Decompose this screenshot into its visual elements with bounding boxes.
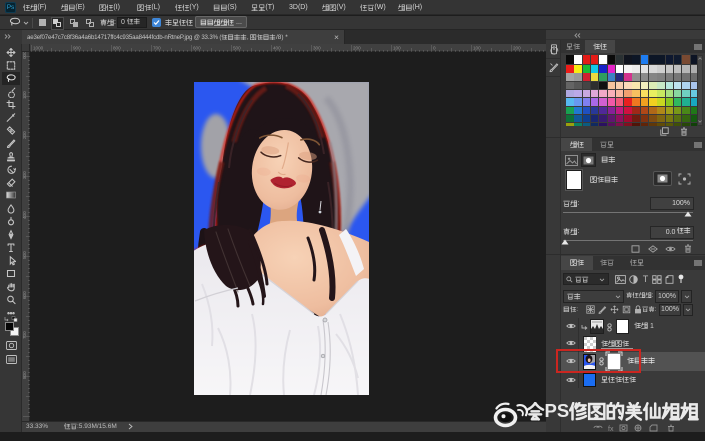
svg-text:000: 000 xyxy=(22,52,27,59)
svg-text:400: 400 xyxy=(22,211,27,219)
svg-text:100: 100 xyxy=(22,91,27,99)
svg-text:600: 600 xyxy=(193,46,201,51)
svg-text:200: 200 xyxy=(22,131,27,139)
svg-text:400: 400 xyxy=(273,46,281,51)
svg-text:0: 0 xyxy=(433,46,436,51)
svg-text:100: 100 xyxy=(473,46,481,51)
svg-text:100: 100 xyxy=(393,46,401,51)
svg-text:700: 700 xyxy=(153,46,161,51)
svg-text:200: 200 xyxy=(513,46,521,51)
svg-text:900: 900 xyxy=(73,46,81,51)
svg-text:300: 300 xyxy=(313,46,321,51)
svg-text:800: 800 xyxy=(113,46,121,51)
svg-text:1000: 1000 xyxy=(33,46,44,51)
svg-text:200: 200 xyxy=(353,46,361,51)
svg-text:fx: fx xyxy=(608,426,614,432)
svg-text:800: 800 xyxy=(22,371,27,379)
svg-text:700: 700 xyxy=(22,331,27,339)
svg-text:600: 600 xyxy=(22,291,27,299)
svg-text:500: 500 xyxy=(233,46,241,51)
svg-text:500: 500 xyxy=(22,251,27,259)
svg-text:300: 300 xyxy=(22,171,27,179)
